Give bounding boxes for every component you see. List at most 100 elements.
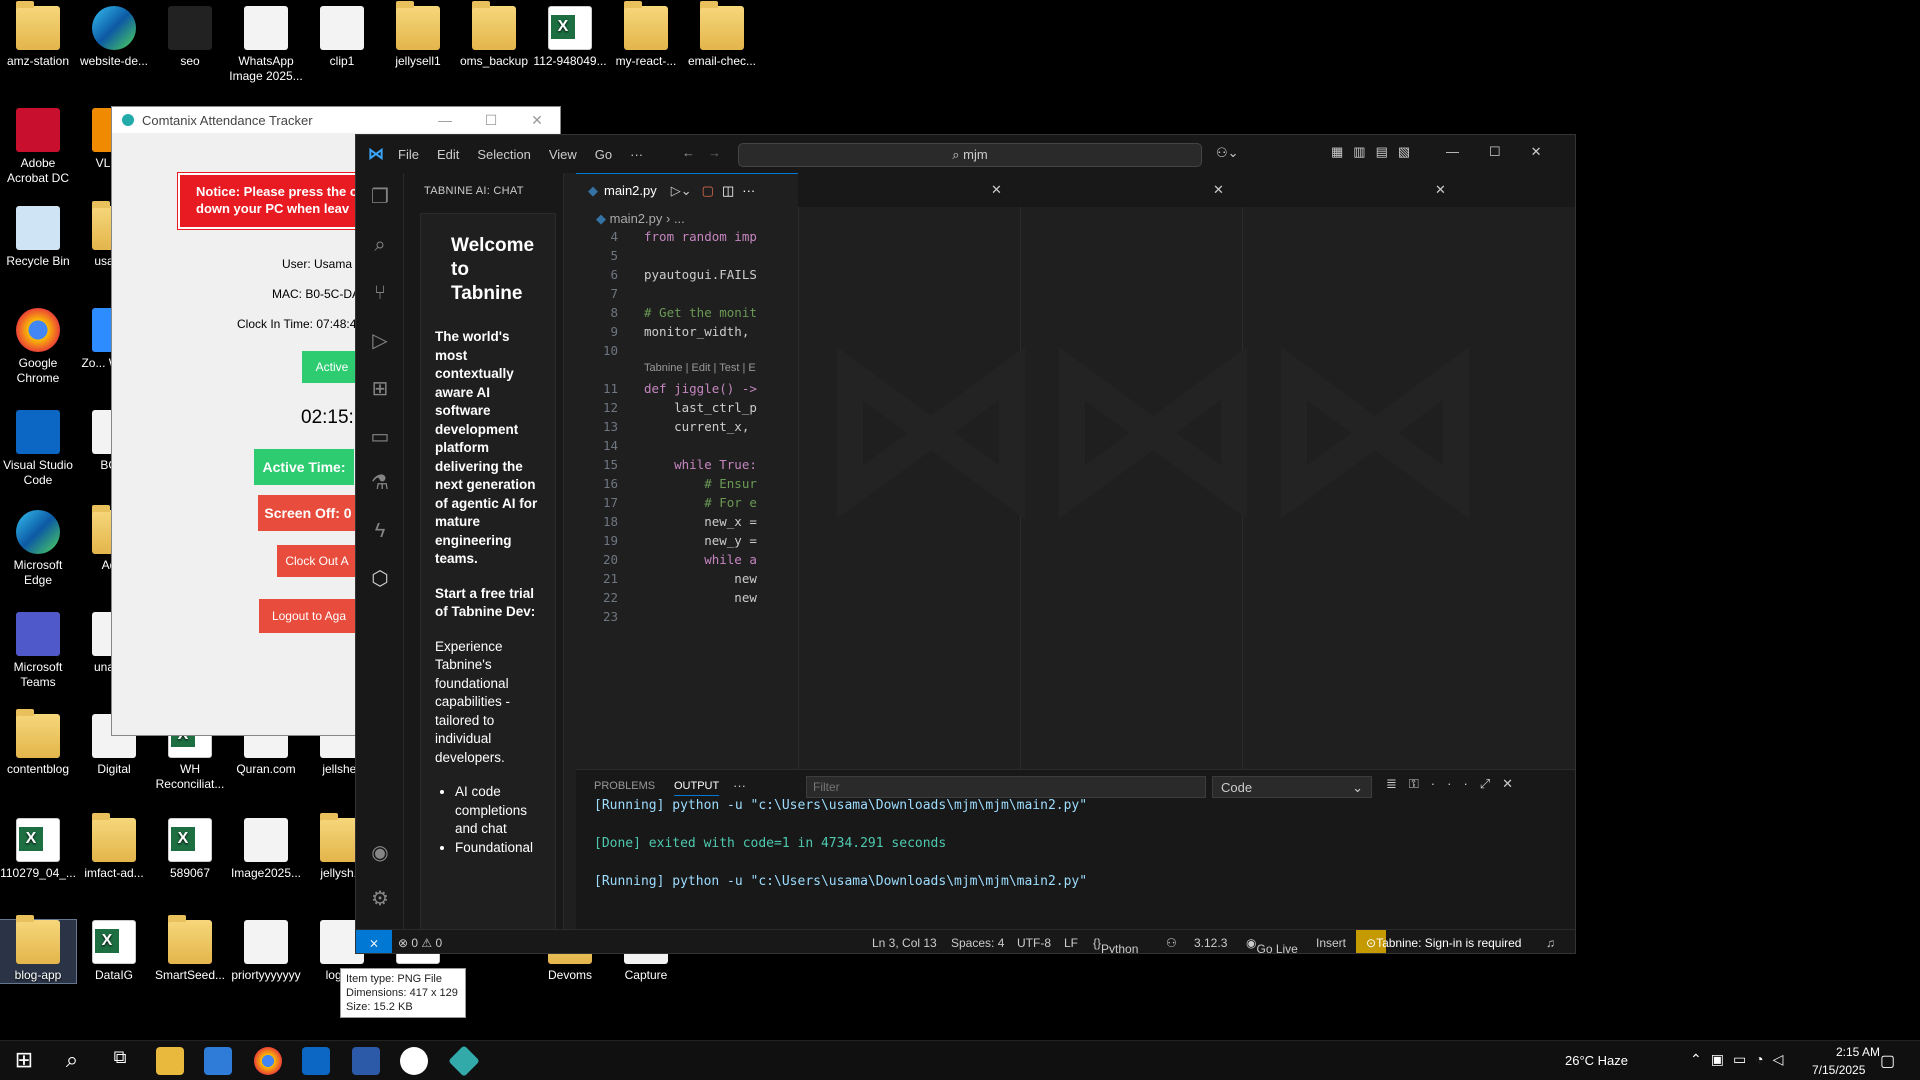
close-button[interactable]: ✕ — [514, 112, 560, 129]
desktop-icon-folder[interactable]: imfact-ad... — [76, 813, 152, 881]
layout-icons[interactable]: ▦▥▤▧ — [1331, 144, 1420, 160]
code-line[interactable]: last_ctrl_p — [644, 400, 757, 415]
search-icon[interactable]: ⌕ — [58, 1047, 86, 1075]
python-version[interactable]: 3.12.3 — [1194, 936, 1227, 950]
task-view-icon[interactable]: ⧉ — [106, 1047, 134, 1075]
chrome-icon[interactable] — [254, 1047, 282, 1075]
desktop-icon-edge[interactable]: website-de... — [76, 6, 152, 69]
problems-count[interactable]: ⊗ 0 ⚠ 0 — [398, 936, 442, 950]
code-line[interactable]: # For e — [644, 495, 757, 510]
desktop-icon-excel[interactable]: DataIG — [76, 920, 152, 983]
status-button[interactable]: Active — [302, 351, 362, 383]
tab-output[interactable]: OUTPUT — [674, 780, 720, 796]
copilot-icon[interactable]: ⚇⌄ — [1216, 145, 1239, 161]
desktop-icon-folder[interactable]: my-react-... — [608, 1, 684, 69]
code-line[interactable]: pyautogui.FAILS — [644, 267, 757, 282]
account-icon[interactable]: ◉ — [368, 841, 392, 865]
desktop-icon-doc[interactable]: clip1 — [304, 6, 380, 69]
codelens[interactable]: Tabnine | Edit | Test | E — [644, 362, 756, 374]
eol[interactable]: LF — [1064, 936, 1078, 950]
language-mode[interactable]: {} Python — [1093, 936, 1138, 953]
forward-arrow-icon[interactable]: → — [708, 145, 721, 160]
desktop-icon-folder[interactable]: email-chec... — [684, 1, 760, 69]
desktop-icon-folder[interactable]: amz-station — [0, 1, 76, 69]
tray-icons[interactable]: ⌃▣▭◔◁ — [1690, 1051, 1792, 1068]
window-controls[interactable]: —☐✕ — [1446, 144, 1572, 160]
minimize-button[interactable]: — — [422, 112, 468, 129]
cursor-position[interactable]: Ln 3, Col 13 — [872, 936, 937, 950]
desktop-icon-edge[interactable]: Microsoft Edge — [0, 510, 76, 588]
menu-item[interactable]: File — [398, 147, 419, 162]
desktop-icon-doc[interactable]: Image2025... — [228, 818, 304, 881]
extensions-icon[interactable]: ⊞ — [368, 377, 392, 401]
tabnine-icon[interactable]: ⬡ — [368, 567, 392, 591]
trial-text[interactable]: Start a free trial of Tabnine Dev: — [435, 585, 541, 622]
attendance-app-icon[interactable] — [448, 1045, 480, 1077]
code-line[interactable]: new_x = — [644, 514, 757, 529]
menu-item[interactable]: Go — [595, 147, 612, 162]
close-icon[interactable]: ✕ — [991, 182, 1002, 198]
code-line[interactable]: def jiggle() -> — [644, 381, 757, 396]
attendance-titlebar[interactable]: Comtanix Attendance Tracker — ☐ ✕ — [112, 107, 560, 133]
copilot-icon[interactable]: ⚇ — [1166, 936, 1177, 950]
tab-main2[interactable]: ◆ main2.py ▷⌄ ▢ ◫ ··· — [576, 173, 798, 207]
desktop-icon-doc[interactable]: priortyyyyyyy — [228, 920, 304, 983]
clock-out-button[interactable]: Clock Out A — [277, 545, 357, 577]
bell-icon[interactable]: ♫ — [1546, 936, 1555, 950]
run-icon[interactable]: ▷⌄ — [671, 183, 692, 199]
close-icon[interactable]: ✕ — [1435, 182, 1446, 198]
search-icon[interactable]: ⌕ — [368, 233, 392, 257]
indentation[interactable]: Spaces: 4 — [951, 936, 1004, 950]
app-icon[interactable] — [400, 1047, 428, 1075]
code-line[interactable]: # Ensur — [644, 476, 757, 491]
code-line[interactable]: while a — [644, 552, 757, 567]
code-line[interactable]: new — [644, 590, 757, 605]
output-channel-select[interactable]: Code ⌄ — [1212, 776, 1372, 798]
desktop-icon-vscode[interactable]: Visual Studio Code — [0, 410, 76, 488]
menu-item[interactable]: Selection — [477, 147, 530, 162]
encoding[interactable]: UTF-8 — [1017, 936, 1051, 950]
editor-area[interactable]: ◆ main2.py ▷⌄ ▢ ◫ ··· ✕ ✕ ✕ ◆ main2.py ›… — [576, 173, 1575, 769]
explorer-icon[interactable]: ❐ — [368, 185, 392, 209]
menu-item[interactable]: View — [549, 147, 577, 162]
start-icon[interactable]: ⊞ — [10, 1047, 38, 1075]
vscode-window[interactable]: ⋈ File Edit Selection View Go ··· ← → ⌕ mjm ⚇… — [355, 134, 1576, 954]
code-line[interactable]: current_x, — [644, 419, 757, 434]
tabnine-status[interactable]: ⊙ Tabnine: Sign-in is required — [1356, 930, 1521, 953]
vscode-icon[interactable] — [302, 1047, 330, 1075]
desktop-icon-folder[interactable]: contentblog — [0, 709, 76, 777]
zoom-icon[interactable] — [352, 1047, 380, 1075]
desktop-icon-chrome[interactable]: Google Chrome — [0, 308, 76, 386]
close-icon[interactable]: ✕ — [1213, 182, 1224, 198]
command-center-search[interactable]: ⌕ mjm — [738, 143, 1202, 167]
maximize-button[interactable]: ☐ — [468, 112, 514, 129]
remote-icon[interactable]: ⨯ — [356, 930, 392, 953]
menu-item[interactable]: Edit — [437, 147, 459, 162]
code-line[interactable]: while True: — [644, 457, 757, 472]
desktop-icon-folder[interactable]: oms_backup — [456, 1, 532, 69]
split-editor-icon[interactable]: ◫ — [722, 183, 734, 199]
tab-problems[interactable]: PROBLEMS — [594, 780, 655, 792]
source-control-icon[interactable]: ⑂ — [368, 281, 392, 305]
file-explorer-icon[interactable] — [156, 1047, 184, 1075]
weather[interactable]: 26°C Haze — [1565, 1053, 1628, 1068]
desktop-icon-excel[interactable]: 112-948049... — [532, 6, 608, 69]
lightning-icon[interactable]: ϟ — [368, 519, 392, 543]
panel-actions[interactable]: ≣⚿···⤢✕ — [1386, 776, 1525, 792]
more-icon[interactable]: ··· — [742, 183, 755, 198]
back-arrow-icon[interactable]: ← — [682, 145, 695, 160]
code-line[interactable]: new_y = — [644, 533, 757, 548]
logout-button[interactable]: Logout to Aga — [259, 599, 359, 633]
desktop-icon-folder[interactable]: SmartSeed... — [152, 915, 228, 983]
clock[interactable]: 2:15 AM — [1832, 1045, 1880, 1059]
go-live[interactable]: ◉ Go Live — [1246, 936, 1298, 953]
desktop-icon-folder[interactable]: blog-app — [0, 915, 77, 984]
desktop-icon-excel[interactable]: 110279_04_... — [0, 818, 76, 881]
run-debug-icon[interactable]: ▷ — [368, 329, 392, 353]
desktop-icon-app[interactable]: seo — [152, 6, 228, 69]
code-line[interactable]: new — [644, 571, 757, 586]
code-line[interactable]: # Get the monit — [644, 305, 757, 320]
desktop-icon-excel[interactable]: 589067 — [152, 818, 228, 881]
testing-icon[interactable]: ⚗ — [368, 471, 392, 495]
breadcrumb[interactable]: ◆ main2.py › ... — [596, 211, 685, 227]
